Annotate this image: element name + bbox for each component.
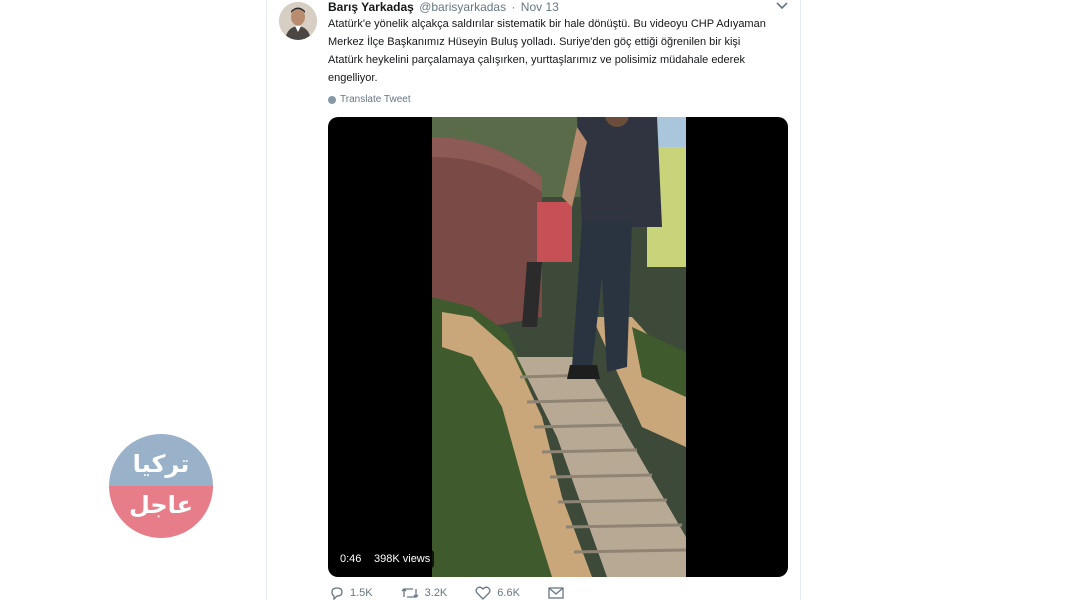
timeline-left-border bbox=[266, 0, 267, 600]
author-name[interactable]: Barış Yarkadaş bbox=[328, 0, 414, 14]
author-avatar[interactable] bbox=[279, 2, 317, 40]
translate-tweet-link[interactable]: Translate Tweet bbox=[328, 94, 411, 105]
logo-text-line1: تركيا bbox=[132, 450, 190, 478]
chevron-down-icon bbox=[776, 2, 788, 10]
tweet-text: Atatürk'e yönelik alçakça saldırılar sis… bbox=[328, 18, 766, 84]
retweet-icon bbox=[401, 588, 419, 598]
envelope-icon bbox=[548, 587, 564, 599]
tweet-actions: 1.5K 3.2K 6.6K bbox=[330, 586, 592, 600]
video-duration: 0:46 bbox=[336, 550, 366, 568]
reply-button[interactable]: 1.5K bbox=[330, 586, 373, 600]
like-button[interactable]: 6.6K bbox=[475, 586, 520, 600]
timeline-right-border bbox=[800, 0, 801, 600]
tweet-menu-button[interactable] bbox=[773, 0, 791, 14]
header-separator: · bbox=[511, 0, 516, 14]
logo-text-line2: عاجل bbox=[128, 491, 194, 519]
heart-icon bbox=[475, 586, 491, 600]
turkiya-ajel-watermark-logo: تركيا عاجل bbox=[109, 434, 213, 538]
author-handle[interactable]: @barisyarkadas bbox=[419, 0, 506, 14]
tweet-date[interactable]: Nov 13 bbox=[521, 0, 559, 14]
video-frame bbox=[432, 117, 686, 577]
avatar-portrait bbox=[279, 2, 317, 40]
video-player[interactable]: 0:46 398K views bbox=[328, 117, 788, 577]
retweet-count: 3.2K bbox=[424, 587, 448, 599]
globe-icon bbox=[328, 95, 336, 104]
direct-message-button[interactable] bbox=[548, 587, 564, 599]
tweet-header: Barış Yarkadaş @barisyarkadas · Nov 13 bbox=[328, 0, 559, 15]
retweet-button[interactable]: 3.2K bbox=[401, 586, 448, 600]
video-still-image bbox=[432, 117, 686, 577]
reply-count: 1.5K bbox=[350, 587, 373, 599]
reply-icon bbox=[331, 587, 343, 600]
like-count: 6.6K bbox=[497, 587, 520, 599]
translate-label: Translate Tweet bbox=[340, 94, 411, 105]
video-views: 398K views bbox=[370, 550, 435, 568]
